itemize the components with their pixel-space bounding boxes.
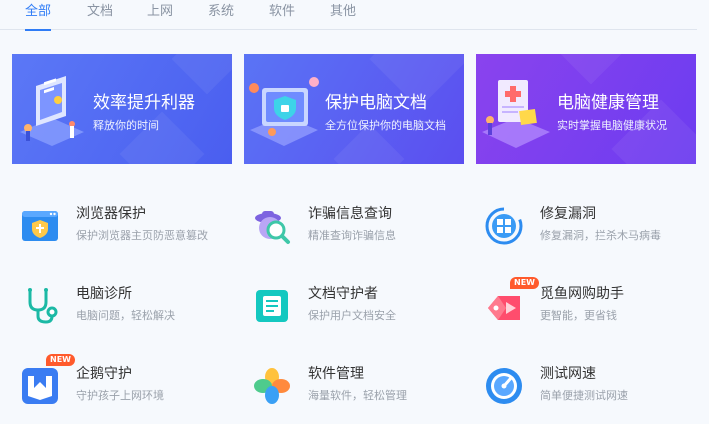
efficiency-illustration-icon — [20, 76, 84, 146]
tab-software[interactable]: 软件 — [269, 3, 295, 30]
fraud-search-icon — [255, 211, 290, 244]
health-illustration-icon — [482, 80, 550, 148]
banner-document-protection[interactable]: 保护电脑文档 全方位保护你的电脑文档 — [244, 54, 464, 164]
tool-description: 精准查询诈骗信息 — [308, 229, 396, 242]
tool-description: 守护孩子上网环境 — [76, 389, 164, 402]
category-tabs: 全部 文档 上网 系统 软件 其他 — [0, 0, 697, 31]
tool-shopping-assistant[interactable]: NEW 觅鱼网购助手 更智能，更省钱 — [476, 277, 696, 333]
banner-subtitle: 全方位保护你的电脑文档 — [325, 119, 446, 132]
tool-description: 电脑问题，轻松解决 — [76, 309, 175, 322]
tool-description: 保护用户文档安全 — [308, 309, 396, 322]
stethoscope-icon — [28, 288, 58, 324]
document-guard-icon — [256, 290, 288, 322]
tool-name: 软件管理 — [308, 366, 364, 382]
tool-fix-vulnerabilities[interactable]: 修复漏洞 修复漏洞，拦杀木马病毒 — [476, 203, 696, 253]
tab-system[interactable]: 系统 — [208, 3, 234, 30]
tool-name: 诈骗信息查询 — [308, 206, 392, 222]
software-clover-icon — [254, 368, 290, 404]
tool-name: 修复漏洞 — [540, 206, 596, 222]
tab-all[interactable]: 全部 — [25, 3, 52, 31]
tab-internet[interactable]: 上网 — [147, 3, 173, 30]
tool-description: 更智能，更省钱 — [540, 309, 617, 322]
tool-name: 测试网速 — [540, 366, 596, 382]
tool-software-manager[interactable]: 软件管理 海量软件，轻松管理 — [244, 363, 464, 413]
tool-description: 修复漏洞，拦杀木马病毒 — [540, 229, 661, 242]
tool-penguin-guard[interactable]: NEW 企鹅守护 守护孩子上网环境 — [12, 354, 232, 413]
banner-title: 效率提升利器 — [93, 93, 195, 113]
tool-fraud-check[interactable]: 诈骗信息查询 精准查询诈骗信息 — [244, 203, 464, 253]
tab-other[interactable]: 其他 — [330, 3, 356, 30]
speedometer-icon — [486, 368, 522, 404]
new-badge: NEW — [46, 354, 75, 366]
tool-name: 浏览器保护 — [76, 206, 146, 222]
windows-repair-icon — [485, 207, 523, 245]
penguin-guard-icon — [22, 368, 58, 404]
new-badge: NEW — [510, 277, 539, 289]
tool-description: 保护浏览器主页防恶意篡改 — [76, 229, 208, 242]
document-shield-illustration-icon — [249, 77, 319, 146]
tool-browser-protection[interactable]: 浏览器保护 保护浏览器主页防恶意篡改 — [12, 203, 232, 253]
tab-documents[interactable]: 文档 — [87, 3, 113, 30]
browser-shield-icon — [22, 211, 58, 241]
tool-name: 文档守护者 — [308, 286, 378, 302]
banner-title: 保护电脑文档 — [325, 93, 427, 113]
banner-efficiency[interactable]: 效率提升利器 释放你的时间 — [12, 54, 232, 164]
banner-subtitle: 释放你的时间 — [93, 119, 159, 132]
tool-name: 觅鱼网购助手 — [540, 286, 624, 302]
tool-description: 简单便捷测试网速 — [540, 389, 628, 402]
tool-pc-clinic[interactable]: 电脑诊所 电脑问题，轻松解决 — [12, 283, 232, 333]
banner-title: 电脑健康管理 — [557, 93, 659, 113]
banner-subtitle: 实时掌握电脑健康状况 — [557, 119, 667, 132]
tool-name: 企鹅守护 — [76, 366, 132, 382]
tool-document-guardian[interactable]: 文档守护者 保护用户文档安全 — [244, 283, 464, 333]
banner-health-management[interactable]: 电脑健康管理 实时掌握电脑健康状况 — [476, 54, 696, 164]
tool-speed-test[interactable]: 测试网速 简单便捷测试网速 — [476, 363, 696, 413]
tool-description: 海量软件，轻松管理 — [308, 389, 407, 402]
tool-name: 电脑诊所 — [76, 286, 132, 302]
shopping-tag-icon — [488, 296, 520, 320]
